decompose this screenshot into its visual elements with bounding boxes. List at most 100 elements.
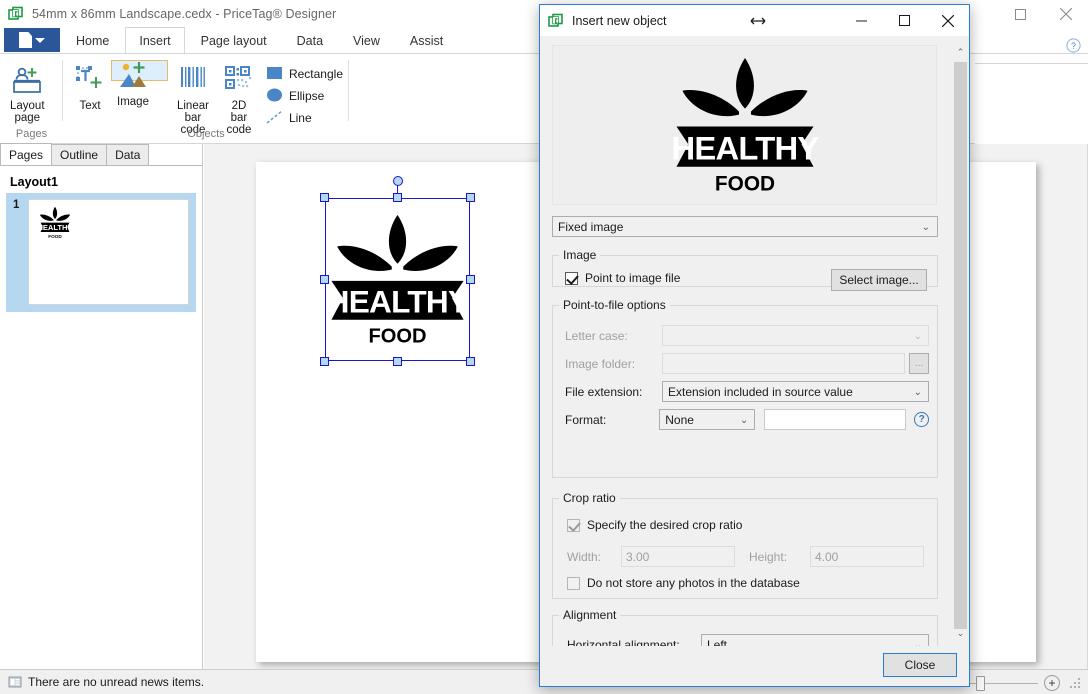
image-folder-label: Image folder: (565, 356, 636, 371)
chevron-down-icon: ⌄ (739, 415, 749, 426)
do-not-store-photos-checkbox-row[interactable]: Do not store any photos in the database (567, 576, 800, 590)
dialog-maximize-button[interactable] (883, 5, 926, 36)
point-to-image-file-checkbox-row[interactable]: Point to image file (565, 271, 680, 285)
specify-crop-ratio-checkbox-row[interactable]: Specify the desired crop ratio (567, 518, 742, 532)
page-list-item[interactable]: 1 HEALTHY FOOD (6, 193, 196, 312)
alignment-group: Alignment Horizontal alignment: Left ⌄ V… (552, 608, 938, 646)
dialog-title-bar[interactable]: Insert new object (540, 5, 969, 36)
format-help-icon[interactable]: ? (914, 412, 929, 427)
image-folder-browse-button[interactable]: ... (909, 353, 929, 374)
left-panel-tab-outline[interactable]: Outline (51, 144, 108, 165)
healthy-food-logo-image: HEALTHY FOOD (325, 212, 470, 348)
file-menu-button[interactable] (4, 28, 60, 52)
resize-handle-w[interactable] (320, 275, 329, 284)
insert-line-button[interactable]: Line (264, 107, 349, 129)
application-window: 54mm x 86mm Landscape.cedx - PriceTag® D… (0, 0, 1088, 694)
dialog-close-action-button[interactable]: Close (883, 653, 957, 677)
ribbon-tab-home[interactable]: Home (62, 28, 123, 53)
selected-image-object[interactable]: HEALTHY FOOD (320, 176, 475, 366)
horizontal-alignment-select[interactable]: Left ⌄ (701, 634, 929, 646)
crop-height-label: Height: (749, 549, 788, 564)
window-close-button[interactable] (1043, 0, 1088, 28)
window-maximize-button[interactable] (998, 0, 1043, 28)
resize-handle-sw[interactable] (320, 357, 329, 366)
format-select[interactable]: None ⌄ (659, 409, 756, 430)
help-icon[interactable]: ? (1066, 38, 1081, 53)
point-to-image-file-checkbox[interactable] (565, 271, 578, 285)
resize-handle-s[interactable] (393, 357, 402, 366)
crop-width-input[interactable]: 3.00 (621, 546, 735, 567)
ribbon-tab-page-layout[interactable]: Page layout (187, 28, 281, 53)
ribbon-tab-insert[interactable]: Insert (125, 27, 185, 53)
insert-image-button[interactable]: Image (111, 60, 168, 108)
object-type-select[interactable]: Fixed image ⌄ (552, 216, 938, 237)
zoom-slider-thumb[interactable] (976, 675, 985, 691)
svg-text:HEALTHY: HEALTHY (327, 284, 469, 320)
resize-handle-nw[interactable] (320, 193, 329, 202)
image-folder-input[interactable] (662, 353, 905, 374)
linear-barcode-icon (178, 65, 208, 98)
rotate-handle[interactable] (392, 176, 403, 186)
dialog-scrollbar-thumb[interactable] (954, 62, 967, 629)
insert-new-object-dialog: Insert new object HEALTHY FOOD Fixed ima… (539, 4, 970, 687)
ribbon-group-objects-label: Objects (187, 128, 225, 140)
format-pattern-input[interactable] (764, 409, 907, 430)
ribbon-group-objects: Text Image Linear bar code 2D bar code R… (63, 54, 349, 143)
2d-barcode-icon (224, 65, 254, 98)
left-panel-tab-bar: Pages Outline Data (0, 143, 202, 166)
layout-page-label: Layout page (10, 100, 45, 124)
specify-crop-ratio-checkbox[interactable] (567, 518, 580, 532)
image-folder-row: Image folder: ... (565, 353, 929, 374)
crop-width-label: Width: (567, 549, 602, 564)
horizontal-alignment-row: Horizontal alignment: Left ⌄ (567, 634, 929, 646)
crop-width-value: 3.00 (626, 549, 650, 564)
do-not-store-photos-checkbox[interactable] (567, 576, 580, 590)
healthy-food-logo-thumb-icon: HEALTHY FOOD (37, 206, 73, 240)
chevron-down-icon: ⌄ (913, 640, 922, 646)
dialog-scrollbar[interactable]: ⌃ ⌄ (952, 36, 969, 646)
crop-height-input[interactable]: 4.00 (810, 546, 924, 567)
dialog-scroll-content: HEALTHY FOOD Fixed image ⌄ Image Point t (540, 36, 952, 646)
format-row: Format: None ⌄ ? (565, 409, 929, 430)
resize-grip-icon[interactable] (1068, 676, 1082, 690)
scroll-up-icon[interactable]: ⌃ (952, 44, 969, 61)
window-title: 54mm x 86mm Landscape.cedx - PriceTag® D… (32, 7, 337, 21)
scroll-down-icon[interactable]: ⌄ (952, 625, 969, 642)
dialog-minimize-button[interactable] (840, 5, 883, 36)
chevron-down-icon: ⌄ (913, 387, 922, 398)
ribbon-tab-data[interactable]: Data (283, 28, 337, 53)
zoom-in-button[interactable]: + (1044, 674, 1060, 691)
insert-text-button[interactable]: Text (69, 60, 111, 115)
insert-text-label: Text (79, 100, 101, 112)
dialog-title: Insert new object (572, 13, 667, 28)
alignment-legend: Alignment (563, 608, 617, 622)
layout-title: Layout1 (10, 175, 58, 189)
pricetag-logo-icon (548, 13, 564, 29)
image-folder-browse-label: ... (914, 358, 924, 369)
horizontal-resize-icon[interactable] (750, 14, 766, 29)
dialog-close-button[interactable] (926, 5, 969, 36)
select-image-button[interactable]: Select image... (831, 269, 927, 291)
image-preview-box: HEALTHY FOOD (552, 45, 937, 205)
insert-rectangle-label: Rectangle (288, 67, 343, 81)
status-message: There are no unread news items. (28, 675, 205, 689)
page-thumbnail[interactable]: HEALTHY FOOD (28, 199, 189, 305)
ribbon-tab-view[interactable]: View (339, 28, 394, 53)
letter-case-select[interactable]: ⌄ (662, 325, 929, 346)
insert-image-label: Image (117, 96, 149, 108)
svg-text:HEALTHY: HEALTHY (37, 223, 72, 232)
image-group-legend: Image (563, 248, 597, 262)
insert-rectangle-button[interactable]: Rectangle (264, 63, 349, 85)
resize-handle-ne[interactable] (466, 193, 475, 202)
ribbon-tab-assist[interactable]: Assist (396, 28, 457, 53)
dialog-window-controls (840, 5, 969, 36)
resize-handle-se[interactable] (466, 357, 475, 366)
resize-handle-n[interactable] (393, 193, 402, 202)
left-panel-tab-data[interactable]: Data (106, 144, 150, 165)
zoom-slider[interactable] (964, 675, 1038, 691)
resize-handle-e[interactable] (466, 275, 475, 284)
left-panel-tab-pages[interactable]: Pages (0, 143, 53, 165)
insert-ellipse-button[interactable]: Ellipse (264, 85, 349, 107)
layout-page-button[interactable]: Layout page (4, 60, 51, 127)
file-extension-select[interactable]: Extension included in source value ⌄ (662, 381, 929, 402)
